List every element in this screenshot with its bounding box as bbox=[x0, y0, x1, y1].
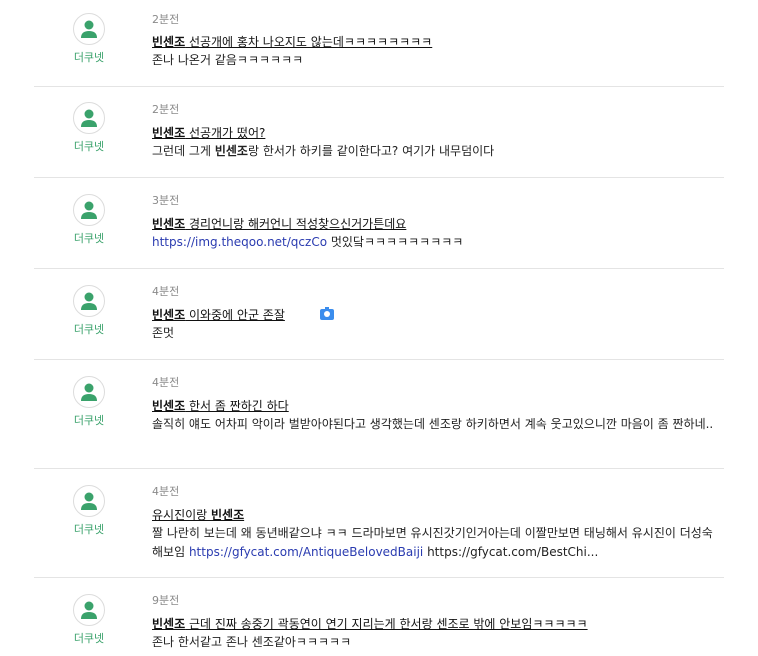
title-text: 선공개가 떴어? bbox=[185, 126, 266, 140]
title-text: 근데 진짜 송중기 곽동연이 연기 지리는게 한서랑 센조로 밖에 안보임ㅋㅋㅋ… bbox=[185, 617, 588, 631]
avatar[interactable] bbox=[73, 13, 105, 45]
title-keyword: 빈센조 bbox=[152, 217, 186, 231]
comment-body: 그런데 그게 빈센조랑 한서가 하키를 같이한다고? 여기가 내무덤이다 bbox=[152, 142, 722, 161]
user-icon bbox=[81, 492, 97, 510]
user-icon bbox=[81, 201, 97, 219]
title-keyword: 빈센조 bbox=[152, 399, 186, 413]
nickname[interactable]: 더쿠넷 bbox=[34, 321, 144, 337]
title-text: 한서 좀 짠하긴 하다 bbox=[185, 399, 289, 413]
comment-item: 더쿠넷 9분전 빈센조 근데 진짜 송중기 곽동연이 연기 지리는게 한서랑 센… bbox=[34, 578, 724, 656]
title-text: 유시진이랑 bbox=[152, 508, 212, 522]
title-keyword: 빈센조 bbox=[152, 35, 186, 49]
title-text: 선공개에 홍차 나오지도 않는데ㅋㅋㅋㅋㅋㅋㅋㅋ bbox=[185, 35, 433, 49]
avatar[interactable] bbox=[73, 285, 105, 317]
comment-body: 존나 한서같고 존나 센조같아ㅋㅋㅋㅋㅋ bbox=[152, 635, 352, 649]
user-icon bbox=[81, 601, 97, 619]
comment-body: 존나 나온거 같음ㅋㅋㅋㅋㅋㅋ bbox=[152, 53, 304, 67]
nickname[interactable]: 더쿠넷 bbox=[34, 521, 144, 537]
timestamp: 4분전 bbox=[152, 285, 180, 298]
title-keyword: 빈센조 bbox=[152, 308, 186, 322]
avatar[interactable] bbox=[73, 102, 105, 134]
comment-item: 더쿠넷 2분전 빈센조 선공개에 홍차 나오지도 않는데ㅋㅋㅋㅋㅋㅋㅋㅋ 존나 … bbox=[34, 0, 724, 86]
user-icon bbox=[81, 20, 97, 38]
body-text: https://gfycat.com/BestChi... bbox=[423, 545, 599, 559]
avatar[interactable] bbox=[73, 194, 105, 226]
timestamp: 4분전 bbox=[152, 485, 180, 498]
camera-icon bbox=[320, 307, 334, 320]
post-title-link[interactable]: 빈센조 선공개가 떴어? bbox=[152, 124, 265, 141]
post-title-link[interactable]: 빈센조 이와중에 안군 존잘 bbox=[152, 306, 285, 323]
body-link[interactable]: https://gfycat.com/AntiqueBelovedBaiji bbox=[189, 545, 423, 559]
body-text: 랑 한서가 하키를 같이한다고? 여기가 내무덤이다 bbox=[247, 144, 495, 158]
body-text: 그런데 그게 bbox=[152, 144, 215, 158]
body-link[interactable]: https://img.theqoo.net/qczCo bbox=[152, 235, 327, 249]
comment-item: 더쿠넷 4분전 빈센조 한서 좀 짠하긴 하다 솔직히 얘도 어차피 악이라 벌… bbox=[34, 360, 724, 468]
avatar[interactable] bbox=[73, 485, 105, 517]
title-text: 경리언니랑 해커언니 적성찾으신거가튼데요 bbox=[185, 217, 407, 231]
title-keyword: 빈센조 bbox=[152, 126, 186, 140]
timestamp: 3분전 bbox=[152, 194, 180, 207]
nickname[interactable]: 더쿠넷 bbox=[34, 630, 144, 646]
avatar[interactable] bbox=[73, 376, 105, 408]
comment-item: 더쿠넷 4분전 빈센조 이와중에 안군 존잘 존멋 bbox=[34, 269, 724, 359]
user-icon bbox=[81, 383, 97, 401]
comment-item: 더쿠넷 3분전 빈센조 경리언니랑 해커언니 적성찾으신거가튼데요 https:… bbox=[34, 178, 724, 268]
avatar[interactable] bbox=[73, 594, 105, 626]
user-icon bbox=[81, 109, 97, 127]
comment-body: https://img.theqoo.net/qczCo 멋있닼ㅋㅋㅋㅋㅋㅋㅋㅋ… bbox=[152, 233, 722, 252]
nickname[interactable]: 더쿠넷 bbox=[34, 49, 144, 65]
timestamp: 4분전 bbox=[152, 376, 180, 389]
timestamp: 2분전 bbox=[152, 13, 180, 26]
post-title-link[interactable]: 유시진이랑 빈센조 bbox=[152, 506, 244, 523]
comment-item: 더쿠넷 2분전 빈센조 선공개가 떴어? 그런데 그게 빈센조랑 한서가 하키를… bbox=[34, 87, 724, 177]
title-keyword: 빈센조 bbox=[152, 617, 186, 631]
post-title-link[interactable]: 빈센조 선공개에 홍차 나오지도 않는데ㅋㅋㅋㅋㅋㅋㅋㅋ bbox=[152, 33, 432, 50]
comment-body: 짤 나란히 보는데 왜 동년배같으냐 ㅋㅋ 드라마보면 유시진갓기인거아는데 이… bbox=[152, 524, 722, 562]
timestamp: 9분전 bbox=[152, 594, 180, 607]
comment-body: 존멋 bbox=[152, 326, 175, 340]
title-keyword: 빈센조 bbox=[211, 508, 245, 522]
comment-item: 더쿠넷 4분전 유시진이랑 빈센조 짤 나란히 보는데 왜 동년배같으냐 ㅋㅋ … bbox=[34, 469, 724, 577]
user-icon bbox=[81, 292, 97, 310]
body-keyword: 빈센조 bbox=[214, 144, 248, 158]
timestamp: 2분전 bbox=[152, 103, 180, 116]
nickname[interactable]: 더쿠넷 bbox=[34, 138, 144, 154]
title-text: 이와중에 안군 존잘 bbox=[185, 308, 285, 322]
post-title-link[interactable]: 빈센조 한서 좀 짠하긴 하다 bbox=[152, 397, 289, 414]
nickname[interactable]: 더쿠넷 bbox=[34, 412, 144, 428]
post-title-link[interactable]: 빈센조 근데 진짜 송중기 곽동연이 연기 지리는게 한서랑 센조로 밖에 안보… bbox=[152, 615, 588, 632]
comment-body: 솔직히 얘도 어차피 악이라 벌받아야된다고 생각했는데 센조랑 하키하면서 계… bbox=[152, 417, 714, 431]
body-text: 멋있닼ㅋㅋㅋㅋㅋㅋㅋㅋㅋ bbox=[327, 235, 464, 249]
post-title-link[interactable]: 빈센조 경리언니랑 해커언니 적성찾으신거가튼데요 bbox=[152, 215, 406, 232]
nickname[interactable]: 더쿠넷 bbox=[34, 230, 144, 246]
